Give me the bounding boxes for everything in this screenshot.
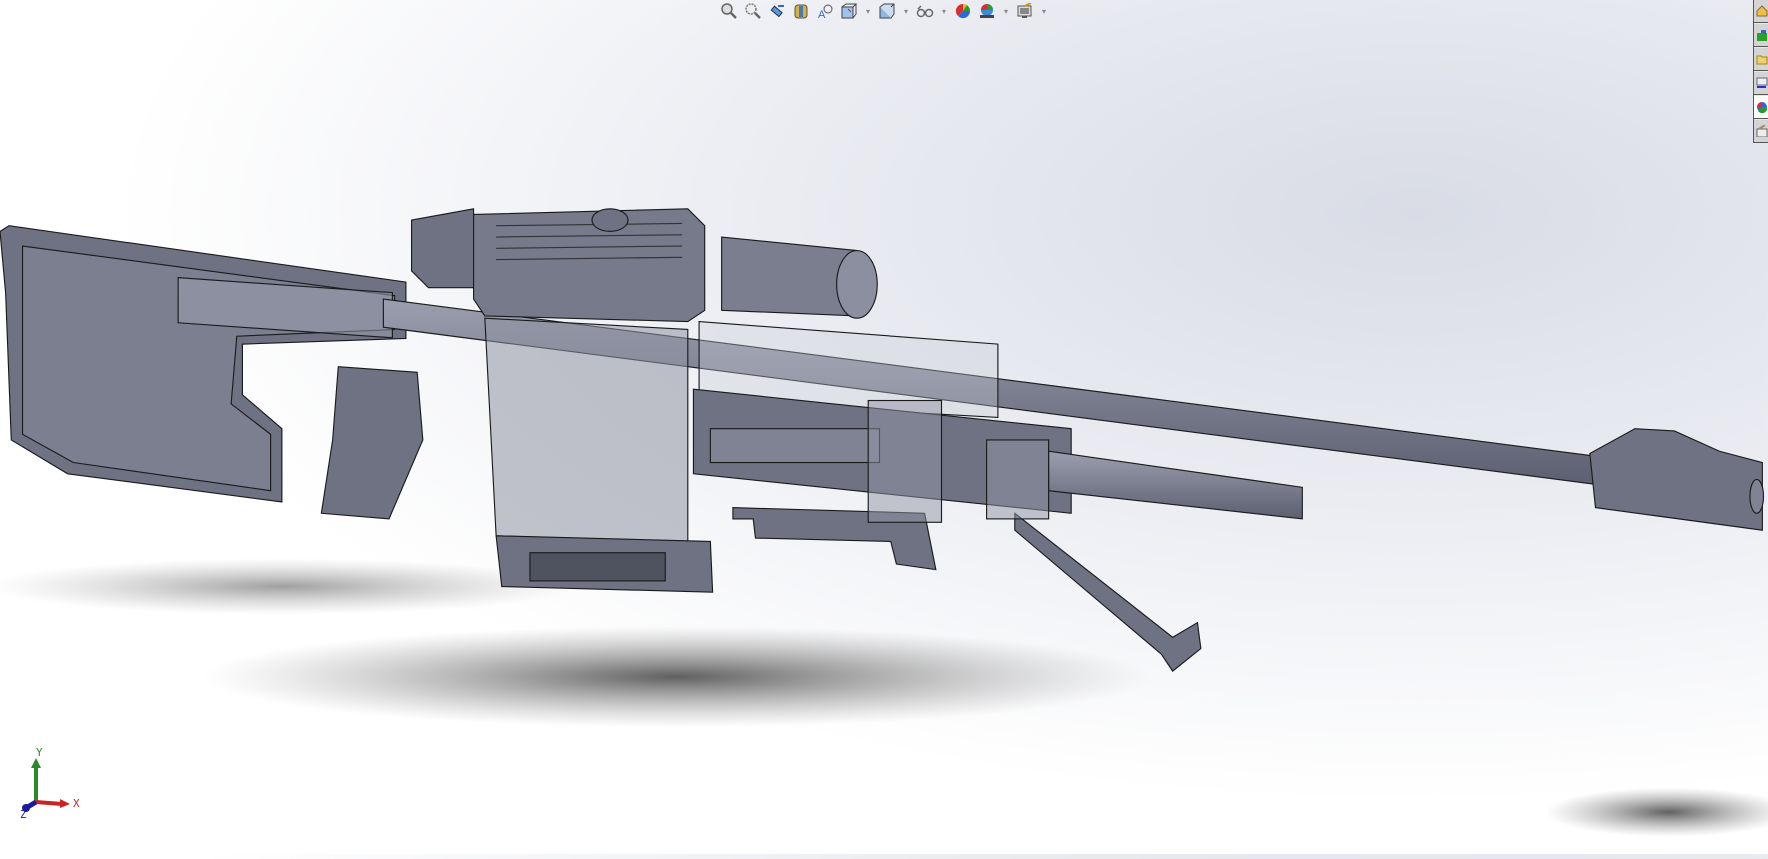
apply-scene-icon [980,4,994,18]
dynamic-annotation-views-icon: A [818,4,833,19]
y-axis-label: Y [36,746,43,759]
floor-shadow [0,558,1768,837]
previous-view-icon [770,5,784,18]
grip [320,366,424,520]
zoom-to-fit-button[interactable] [720,2,738,20]
tab-design-library[interactable] [1754,24,1768,47]
task-pane-tabs [1753,0,1768,143]
previous-view-button[interactable] [768,2,786,20]
tab-file-explorer[interactable] [1754,48,1768,71]
view-orientation-button[interactable] [840,2,858,20]
hide-show-items-icon [916,5,934,18]
muzzle-brake [1589,428,1763,531]
display-style-icon [879,3,895,19]
reference-triad: Y X Z [10,746,90,821]
view-orientation-dropdown[interactable]: ▾ [864,2,872,20]
receiver [484,317,689,543]
rifle-model [0,208,1768,837]
zoom-to-fit-icon [721,3,737,19]
lower-barrel [1048,450,1303,520]
view-settings-icon [1017,3,1032,18]
appearances-icon [1756,102,1767,113]
tab-view-palette[interactable] [1754,72,1768,95]
hide-show-items-button[interactable] [916,2,934,20]
z-axis-label: Z [20,808,27,821]
tab-appearances-scenes[interactable] [1754,96,1768,119]
graphics-area[interactable] [0,0,1768,854]
x-axis-label: X [73,797,80,810]
apply-scene-dropdown[interactable]: ▾ [1002,2,1010,20]
view-settings-button[interactable] [1016,2,1034,20]
section-view-button[interactable] [792,2,810,20]
dynamic-annotation-views-button[interactable]: A [816,2,834,20]
scope-knob [591,208,629,232]
edit-appearance-icon [955,3,971,19]
folder-icon [1756,55,1767,65]
display-style-dropdown[interactable]: ▾ [902,2,910,20]
edit-appearance-button[interactable] [954,2,972,20]
section-view-icon [794,4,808,19]
view-orientation-icon [841,3,857,19]
view-settings-dropdown[interactable]: ▾ [1040,2,1048,20]
zoom-to-area-icon [745,3,761,19]
zoom-to-area-button[interactable] [744,2,762,20]
design-library-icon [1756,30,1767,41]
custom-properties-icon [1756,125,1767,137]
home-icon [1756,5,1767,17]
view-palette-icon [1756,77,1767,88]
heads-up-view-toolbar: A ▾ ▾ ▾ ▾ ▾ [720,0,1048,22]
apply-scene-button[interactable] [978,2,996,20]
hide-show-items-dropdown[interactable]: ▾ [940,2,948,20]
tab-custom-properties[interactable] [1754,120,1768,143]
tab-solidworks-resources[interactable] [1754,0,1768,23]
display-style-button[interactable] [878,2,896,20]
